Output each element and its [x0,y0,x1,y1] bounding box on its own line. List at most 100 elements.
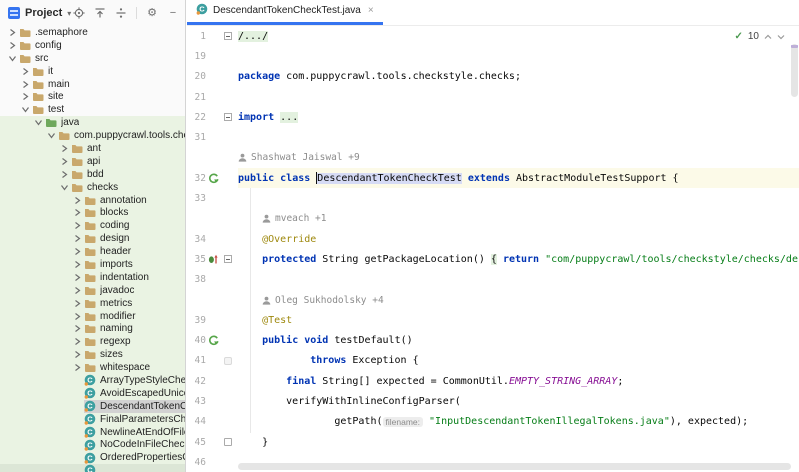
code-line-20[interactable]: 20package com.puppycrawl.tools.checkstyl… [187,67,799,87]
author-inlay-label[interactable]: Shashwat Jaiswal +9 [251,152,360,163]
tree-item-nocodeinfilechecktest[interactable]: CNoCodeInFileCheckTest [0,439,185,452]
chevron-collapsed-icon[interactable] [6,41,19,50]
chevron-collapsed-icon[interactable] [19,80,32,89]
tree-item-content[interactable]: indentation [84,271,185,284]
target-icon[interactable] [73,7,85,19]
tree-item-blocks[interactable]: blocks [0,206,185,219]
expand-collapse-icon[interactable] [115,7,127,19]
tab-descendant-token-check-test[interactable]: C DescendantTokenCheckTest.java × [187,0,383,25]
overrides-marker-icon[interactable] [208,254,219,265]
tree-item-indentation[interactable]: indentation [0,271,185,284]
code-vision-inlay-row[interactable]: Shashwat Jaiswal +9 [187,148,799,168]
hide-panel-icon[interactable]: − [167,7,179,19]
tree-item-main[interactable]: main [0,78,185,91]
tree-item-java[interactable]: java [0,116,185,129]
tree-item-api[interactable]: api [0,155,185,168]
chevron-collapsed-icon[interactable] [71,286,84,295]
chevron-expanded-icon[interactable] [32,119,45,126]
chevron-collapsed-icon[interactable] [71,247,84,256]
tree-item-content[interactable]: imports [84,258,185,271]
code-line-44[interactable]: 44 getPath(filename: "InputDescendantTok… [187,412,799,432]
chevron-collapsed-icon[interactable] [58,157,71,166]
code-line-19[interactable]: 19 [187,46,799,66]
tree-item-whitespace[interactable]: whitespace [0,361,185,374]
tree-item-coding[interactable]: coding [0,219,185,232]
tree-item-content[interactable]: design [84,232,185,245]
code-vision-inlay-row[interactable]: Oleg Sukhodolsky +4 [187,290,799,310]
chevron-collapsed-icon[interactable] [71,260,84,269]
tree-item-config[interactable]: config [0,39,185,52]
chevron-collapsed-icon[interactable] [19,67,32,76]
tree-item-content[interactable]: it [32,65,185,78]
tree-item-content[interactable]: CDescendantTokenCheckTest [84,400,185,413]
tree-item-content[interactable]: javadoc [84,284,185,297]
project-view-selector[interactable]: Project ▾ [8,7,73,19]
tree-item-content[interactable]: sizes [84,348,185,361]
code-line-43[interactable]: 43 verifyWithInlineConfigParser( [187,391,799,411]
chevron-expanded-icon[interactable] [45,132,58,139]
code-editor[interactable]: 1/.../1920package com.puppycrawl.tools.c… [187,26,799,472]
tree-item-ant[interactable]: ant [0,142,185,155]
fold-marker-icon[interactable] [224,255,232,263]
code-line-38[interactable]: 38 [187,270,799,290]
tree-item-content[interactable]: CArrayTypeStyleCheckTest [84,374,185,387]
tree-item-content[interactable]: modifier [84,310,185,323]
chevron-collapsed-icon[interactable] [71,312,84,321]
chevron-expanded-icon[interactable] [19,106,32,113]
author-inlay-label[interactable]: Oleg Sukhodolsky +4 [275,295,384,306]
collapse-all-icon[interactable] [94,7,106,19]
code-line-32[interactable]: 32public class DescendantTokenCheckTest … [187,168,799,188]
code-vision-inlay-row[interactable]: mveach +1 [187,209,799,229]
code-line-34[interactable]: 34 @Override [187,229,799,249]
code-line-41[interactable]: 41 throws Exception { [187,351,799,371]
tree-item-it[interactable]: it [0,65,185,78]
implemented-marker-icon[interactable] [208,335,219,346]
tree-item-naming[interactable]: naming [0,322,185,335]
tree-item-finalparameterschecktest[interactable]: CFinalParametersCheckTest [0,413,185,426]
tree-item-content[interactable]: java [45,116,185,129]
code-line-31[interactable]: 31 [187,127,799,147]
tree-item-content[interactable]: .semaphore [19,26,185,39]
tree-item-content[interactable]: src [19,52,185,65]
code-line-40[interactable]: 40 public void testDefault() [187,330,799,350]
tree-item-content[interactable]: main [32,78,185,91]
tree-item-javadoc[interactable]: javadoc [0,284,185,297]
close-icon[interactable]: × [368,5,374,16]
tree-item-content[interactable]: CAvoidEscapedUnicodeCharactersChe [84,387,185,400]
chevron-collapsed-icon[interactable] [71,337,84,346]
chevron-collapsed-icon[interactable] [71,324,84,333]
code-line-45[interactable]: 45 } [187,432,799,452]
tree-item-test[interactable]: test [0,103,185,116]
tree-item-content[interactable]: regexp [84,335,185,348]
chevron-collapsed-icon[interactable] [71,273,84,282]
chevron-collapsed-icon[interactable] [71,208,84,217]
tree-item-descendanttokenchecktest[interactable]: CDescendantTokenCheckTest [0,400,185,413]
tree-item-header[interactable]: header [0,245,185,258]
tree-item-site[interactable]: site [0,90,185,103]
code-line-33[interactable]: 33 [187,188,799,208]
chevron-collapsed-icon[interactable] [71,234,84,243]
tree-item-metrics[interactable]: metrics [0,297,185,310]
tree-item-content[interactable]: whitespace [84,361,185,374]
inspections-widget[interactable]: ✓ 10 [734,31,785,42]
tree-item-content[interactable]: blocks [84,206,185,219]
author-inlay-label[interactable]: mveach +1 [275,213,326,224]
code-line-22[interactable]: 22import ... [187,107,799,127]
tree-item-content[interactable]: COrderedPropertiesCheckTest [84,451,185,464]
tree-item-regexp[interactable]: regexp [0,335,185,348]
code-line-1[interactable]: 1/.../ [187,26,799,46]
chevron-expanded-icon[interactable] [58,184,71,191]
tree-item-content[interactable]: naming [84,322,185,335]
chevron-collapsed-icon[interactable] [6,28,19,37]
implemented-marker-icon[interactable] [208,173,219,184]
code-line-21[interactable]: 21 [187,87,799,107]
tree-item-arraytypestylechecktest[interactable]: CArrayTypeStyleCheckTest [0,374,185,387]
tree-item-newlineatendoffilechecktest[interactable]: CNewlineAtEndOfFileCheckTest [0,426,185,439]
fold-marker-icon[interactable] [224,438,232,446]
chevron-collapsed-icon[interactable] [71,350,84,359]
tree-item--semaphore[interactable]: .semaphore [0,26,185,39]
code-line-35[interactable]: 35 protected String getPackageLocation()… [187,249,799,269]
chevron-expanded-icon[interactable] [6,55,19,62]
tree-item-annotation[interactable]: annotation [0,194,185,207]
tree-item-content[interactable]: api [71,155,185,168]
